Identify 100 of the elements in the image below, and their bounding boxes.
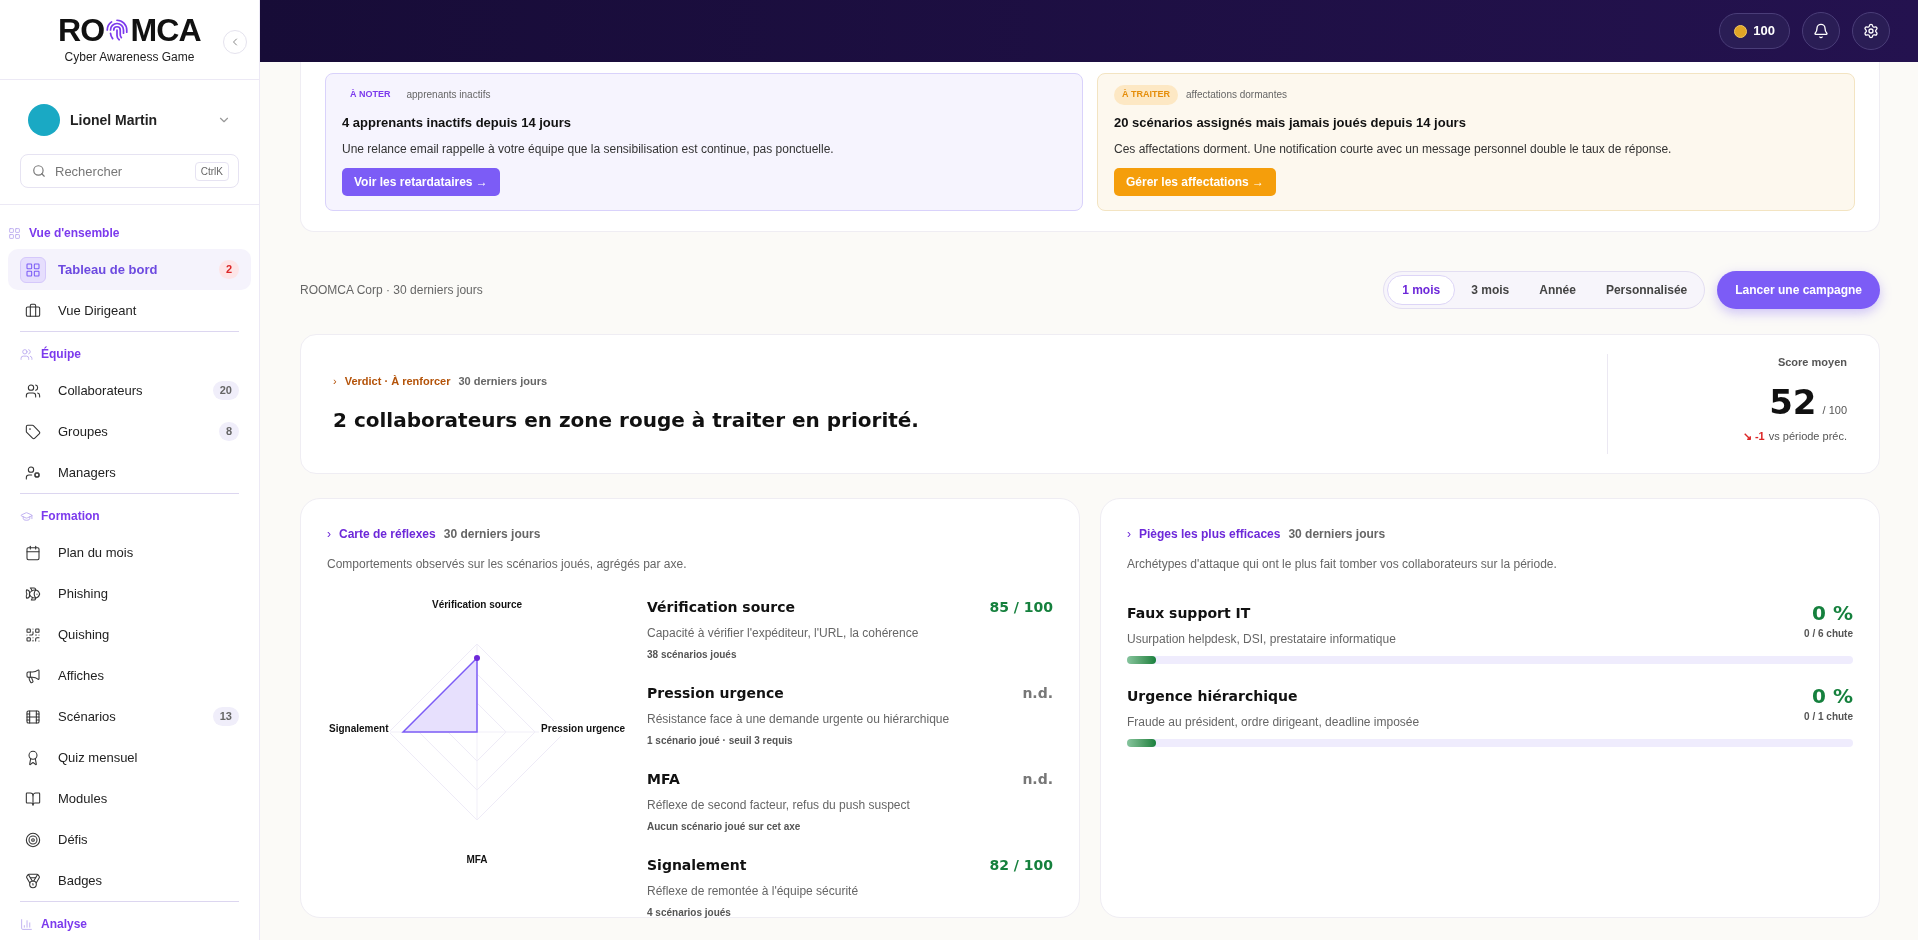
period-tab[interactable]: 3 mois: [1457, 275, 1524, 305]
chevron-text: ›: [1127, 526, 1131, 543]
fish-icon: [25, 585, 41, 602]
chevron-text: ›: [327, 526, 331, 543]
period-label: 30 derniers jours: [1288, 526, 1386, 543]
alert-tag: À NOTER: [342, 85, 399, 105]
verdict-label: Verdict · À renforcer: [344, 373, 451, 389]
grid-icon: [8, 226, 21, 240]
alert-title: 4 apprenants inactifs depuis 14 jours: [342, 113, 572, 132]
notifications-button[interactable]: [1802, 12, 1840, 50]
nav-label: Collaborateurs: [58, 381, 144, 400]
nav-label: Modules: [58, 789, 109, 808]
count-badge: 8: [218, 422, 239, 441]
axis-note: Aucun scénario joué sur cet axe: [647, 820, 802, 834]
count-badge: 20: [212, 381, 239, 400]
trap-name: Faux support IT: [1127, 604, 1252, 623]
delta-caption: vs période préc.: [1768, 428, 1847, 444]
users-icon: [25, 382, 41, 399]
nav-item[interactable]: Groupes 8: [8, 411, 251, 452]
axis-description: Réflexe de second facteur, refus du push suspect: [647, 797, 911, 814]
period-label: 30 derniers jours: [443, 526, 541, 543]
megaphone-icon: [25, 667, 41, 684]
nav-item[interactable]: Affiches: [8, 655, 251, 696]
nav-label: Managers: [58, 463, 117, 482]
axis-note: 38 scénarios joués: [647, 648, 738, 662]
nav-item[interactable]: Badges: [8, 860, 251, 901]
axis-note: 1 scénario joué · seuil 3 requis: [647, 734, 794, 748]
nav-item[interactable]: Collaborateurs 20: [8, 370, 251, 411]
nav-item[interactable]: Scénarios 13: [8, 696, 251, 737]
axis-label: Pression urgence: [539, 721, 627, 736]
nav-item[interactable]: Vue Dirigeant: [8, 290, 251, 331]
count-badge: 2: [218, 260, 239, 279]
card-title: Carte de réflexes: [339, 526, 436, 543]
alert-title: 20 scénarios assignés mais jamais joués depuis 14 jours: [1114, 113, 1467, 132]
nav-label: Groupes: [58, 422, 109, 441]
nav-label: Plan du mois: [58, 543, 135, 562]
trap-rate: 0 %: [1812, 603, 1853, 623]
user-gear-icon: [25, 464, 41, 481]
period-tab[interactable]: Année: [1525, 275, 1590, 305]
section-title: Vue d'ensemble: [29, 225, 120, 242]
users-icon: [20, 347, 33, 361]
logo-text: MCA: [130, 13, 201, 46]
tag-icon: [25, 423, 41, 440]
alert-text: Ces affectations dorment. Une notification courte avec un message personnel double le taux de réponse.: [1114, 141, 1673, 158]
alert-action-button[interactable]: Voir les retardataires →: [342, 168, 500, 196]
nav-item[interactable]: Défis: [8, 819, 251, 860]
card-title: Pièges les plus efficaces: [1139, 526, 1281, 543]
launch-campaign-button[interactable]: Lancer une campagne: [1717, 271, 1880, 309]
award-icon: [25, 749, 41, 766]
axis-description: Réflexe de remontée à l'équipe sécurité: [647, 883, 860, 900]
trap-count: 0 / 6 chute: [1804, 627, 1853, 641]
shortcut-key: CtrlK: [194, 162, 229, 181]
count-badge: 13: [212, 707, 239, 726]
card-subtitle: Comportements observés sur les scénarios joués, agrégés par axe.: [327, 556, 688, 573]
nav-label: Scénarios: [58, 707, 117, 726]
avatar: [28, 104, 60, 136]
score-max: / 100: [1822, 402, 1847, 418]
axis-name: Vérification source: [647, 598, 795, 617]
nav-item[interactable]: Quishing: [8, 614, 251, 655]
nav-item[interactable]: Plan du mois: [8, 532, 251, 573]
period-tab[interactable]: Personnalisée: [1591, 275, 1702, 305]
film-icon: [25, 708, 41, 725]
nav-item[interactable]: Managers: [8, 452, 251, 493]
logo-text: RO: [58, 13, 105, 46]
coin-counter[interactable]: 100: [1719, 13, 1790, 49]
nav-label: Affiches: [58, 666, 105, 685]
axis-name: MFA: [647, 770, 680, 789]
logo-tagline: Cyber Awareness Game: [64, 48, 195, 66]
nav-label: Badges: [58, 871, 104, 890]
trap-description: Usurpation helpdesk, DSI, prestataire informatique: [1127, 631, 1396, 648]
nav-item[interactable]: Quiz mensuel: [8, 737, 251, 778]
axis-label: Signalement: [327, 721, 391, 736]
verdict-headline: 2 collaborateurs en zone rouge à traiter en priorité.: [333, 407, 920, 435]
period-tab[interactable]: 1 mois: [1387, 275, 1456, 305]
nav-item[interactable]: Modules: [8, 778, 251, 819]
period-label: 30 derniers jours: [458, 373, 548, 389]
settings-icon: [1863, 23, 1879, 39]
qr-code-icon: [25, 626, 41, 643]
nav-label: Phishing: [58, 584, 109, 603]
user-name: Lionel Martin: [70, 110, 159, 130]
trap-count: 0 / 1 chute: [1804, 710, 1853, 724]
settings-button[interactable]: [1852, 12, 1890, 50]
calendar-icon: [25, 544, 41, 561]
context-label: ROOMCA Corp · 30 derniers jours: [300, 282, 484, 299]
search-icon: [32, 164, 46, 178]
nav-item[interactable]: Tableau de bord 2: [8, 249, 251, 290]
nav-label: Défis: [58, 830, 89, 849]
fingerprint-icon: [104, 16, 131, 43]
chevron-text: ›: [333, 373, 337, 389]
section-title: Analyse: [41, 916, 88, 933]
medal-icon: [25, 872, 41, 889]
score-value: 52: [1769, 380, 1817, 424]
axis-description: Résistance face à une demande urgente ou hiérarchique: [647, 711, 951, 728]
user-menu[interactable]: Lionel Martin: [20, 100, 239, 140]
nav-item[interactable]: Phishing: [8, 573, 251, 614]
grid-icon: [25, 261, 41, 278]
bar-chart-icon: [20, 917, 33, 931]
book-icon: [25, 790, 41, 807]
axis-note: 4 scénarios joués: [647, 906, 732, 920]
coin-icon: [1734, 24, 1748, 38]
